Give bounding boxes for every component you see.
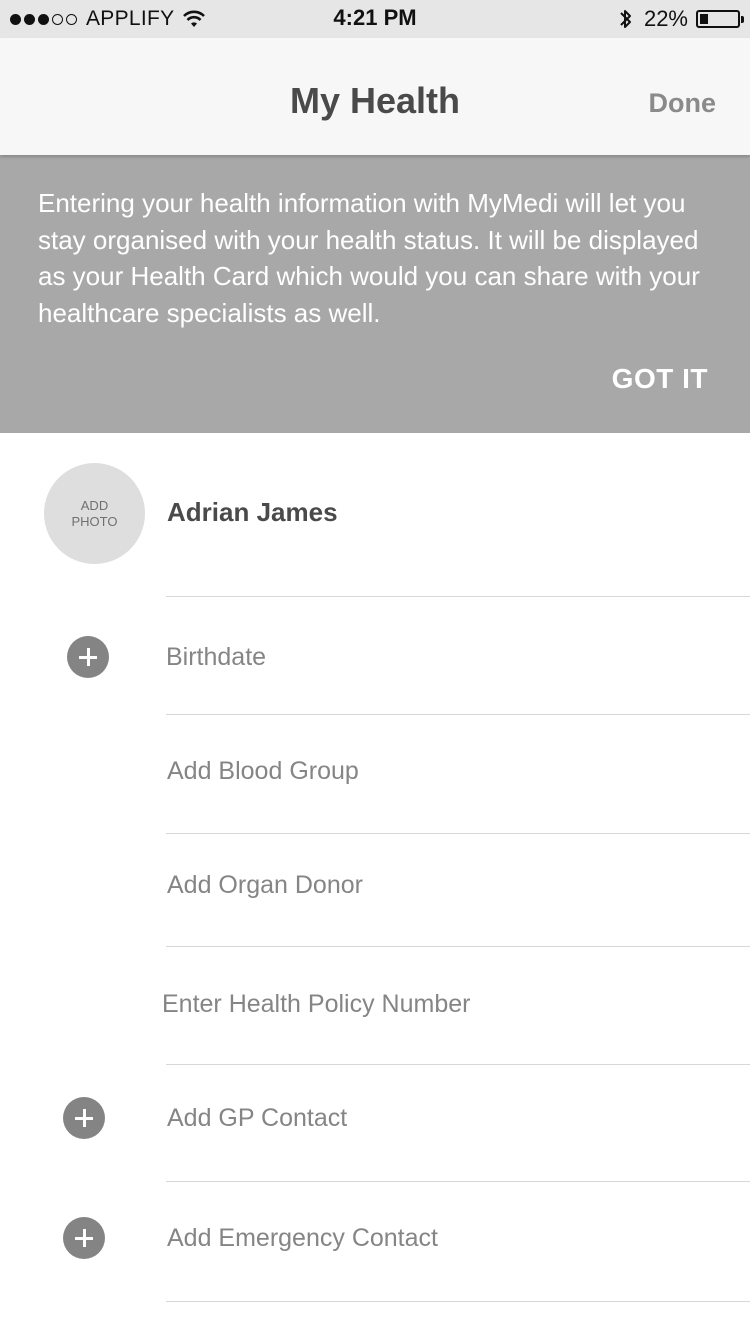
- divider: [166, 596, 750, 597]
- add-birthdate-icon[interactable]: [67, 636, 109, 678]
- health-policy-row[interactable]: Enter Health Policy Number: [0, 974, 750, 1034]
- divider: [166, 714, 750, 715]
- add-emergency-contact-icon[interactable]: [63, 1217, 105, 1259]
- add-gp-contact-icon[interactable]: [63, 1097, 105, 1139]
- divider: [166, 1301, 750, 1302]
- battery-percent: 22%: [643, 6, 688, 31]
- divider: [166, 1064, 750, 1065]
- emergency-contact-row[interactable]: Add Emergency Contact: [0, 1208, 750, 1268]
- done-button[interactable]: Done: [649, 88, 717, 119]
- gp-contact-row[interactable]: Add GP Contact: [0, 1088, 750, 1148]
- battery-level: [700, 14, 708, 24]
- bluetooth-icon: [620, 10, 631, 28]
- profile-name[interactable]: Adrian James: [167, 497, 338, 528]
- add-photo-line1: ADD: [80, 497, 109, 513]
- page-title: My Health: [289, 80, 461, 121]
- birthdate-row[interactable]: Birthdate: [0, 627, 750, 687]
- blood-group-label: Add Blood Group: [167, 757, 359, 785]
- emergency-contact-label: Add Emergency Contact: [167, 1224, 438, 1252]
- battery-icon: [696, 10, 744, 28]
- add-photo-button[interactable]: ADD PHOTO: [44, 463, 145, 564]
- status-bar: APPLIFY 4:21 PM 22%: [0, 0, 750, 38]
- organ-donor-row[interactable]: Add Organ Donor: [0, 855, 750, 915]
- divider: [166, 833, 750, 834]
- blood-group-row[interactable]: Add Blood Group: [0, 741, 750, 801]
- add-photo-label: ADD PHOTO: [72, 498, 118, 530]
- banner-message: Entering your health information with My…: [38, 188, 700, 328]
- got-it-button[interactable]: GOT IT: [612, 363, 708, 395]
- navigation-bar: My Health Done: [0, 38, 750, 155]
- info-banner: Entering your health information with My…: [0, 155, 750, 433]
- divider: [166, 1181, 750, 1182]
- health-policy-input[interactable]: Enter Health Policy Number: [162, 990, 470, 1019]
- organ-donor-label: Add Organ Donor: [167, 871, 363, 899]
- status-right: 22%: [618, 5, 744, 33]
- birthdate-label: Birthdate: [166, 643, 267, 671]
- add-photo-line2: PHOTO: [71, 513, 118, 529]
- divider: [166, 946, 750, 947]
- gp-contact-label: Add GP Contact: [167, 1104, 348, 1132]
